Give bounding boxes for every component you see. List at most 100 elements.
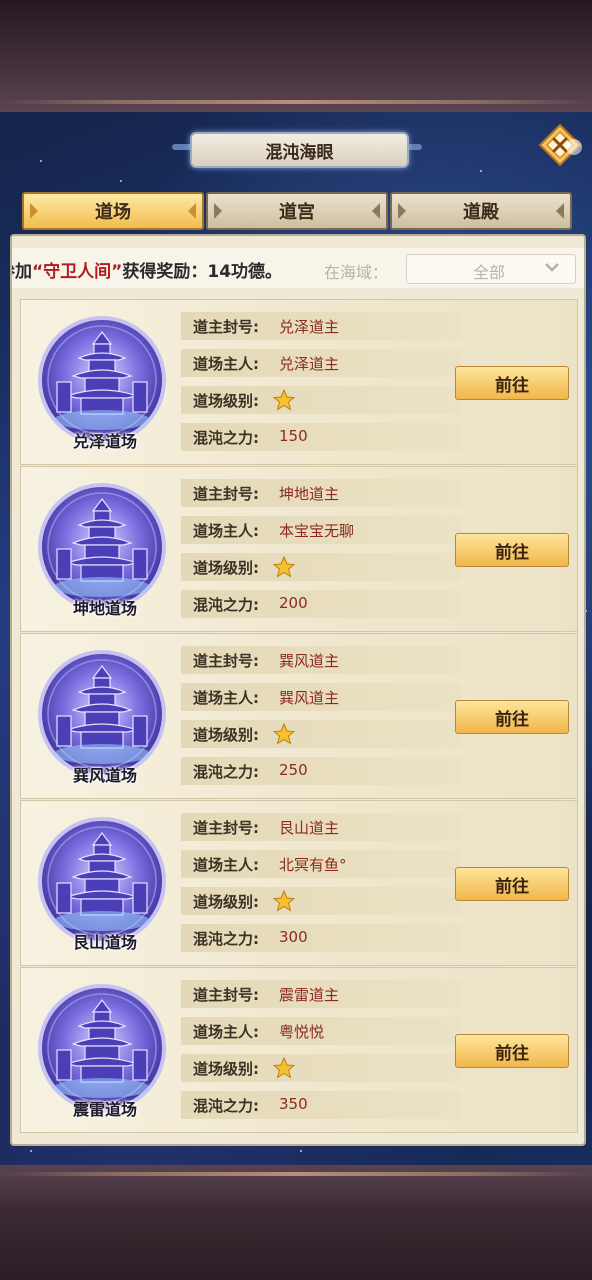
- power-value: 150: [279, 427, 308, 445]
- notice-suffix: 获得奖励：14功德。: [122, 262, 283, 282]
- title-value: 艮山道主: [279, 819, 340, 837]
- power-value: 300: [279, 928, 308, 946]
- title-value: 坤地道主: [279, 485, 340, 503]
- bottom-backdrop: [0, 1165, 592, 1280]
- star-dot: [300, 1150, 302, 1152]
- tab-arrow-icon: [372, 203, 380, 219]
- bottom-ornament: [0, 1172, 592, 1176]
- tab-label: 道宫: [279, 202, 315, 223]
- owner-label: 道场主人:: [193, 856, 259, 874]
- region-select-value: 全部: [473, 263, 506, 282]
- title-label: 道主封号:: [193, 318, 259, 336]
- title-label: 道主封号:: [193, 485, 259, 503]
- level-label: 道场级别:: [193, 726, 259, 744]
- star-dot: [120, 180, 122, 182]
- content-area: 参加“守卫人间”获得奖励：14功德。 在海域： 全部: [10, 234, 586, 1146]
- go-button-label: 前往: [495, 876, 529, 897]
- power-label: 混沌之力:: [193, 429, 259, 447]
- daochang-emblem: 巽风道场: [27, 646, 177, 792]
- star-icon: [272, 388, 296, 415]
- owner-value: 粤悦悦: [279, 1023, 325, 1041]
- go-button-label: 前往: [495, 709, 529, 730]
- title-label: 道主封号:: [193, 819, 259, 837]
- close-icon: [538, 123, 582, 167]
- daochang-name: 兑泽道场: [72, 432, 137, 451]
- notice-row: 参加“守卫人间”获得奖励：14功德。 在海域： 全部: [12, 248, 584, 288]
- go-button-label: 前往: [495, 375, 529, 396]
- owner-label: 道场主人:: [193, 689, 259, 707]
- go-button[interactable]: 前往: [455, 533, 569, 567]
- region-select[interactable]: 全部: [406, 254, 576, 284]
- tab-daochang[interactable]: 道场: [22, 192, 204, 230]
- daochang-card: 兑泽道场 道主封号: 兑泽道主 道场主人: 兑泽道主 道场级别: 混沌之力: 1…: [20, 299, 578, 465]
- owner-value: 兑泽道主: [279, 355, 340, 373]
- power-value: 200: [279, 594, 308, 612]
- notice-prefix: 参加: [12, 262, 32, 282]
- owner-value: 巽风道主: [279, 689, 340, 707]
- go-button-label: 前往: [495, 542, 529, 563]
- title-label: 道主封号:: [193, 652, 259, 670]
- go-button[interactable]: 前往: [455, 867, 569, 901]
- tab-arrow-icon: [556, 203, 564, 219]
- daochang-name: 巽风道场: [72, 766, 137, 785]
- star-icon: [272, 555, 296, 582]
- owner-label: 道场主人:: [193, 355, 259, 373]
- title-label: 道主封号:: [193, 986, 259, 1004]
- tab-arrow-icon: [188, 203, 196, 219]
- level-label: 道场级别:: [193, 392, 259, 410]
- daochang-emblem: 坤地道场: [27, 479, 177, 625]
- star-dot: [480, 170, 482, 172]
- title-value: 兑泽道主: [279, 318, 340, 336]
- power-value: 350: [279, 1095, 308, 1113]
- go-button-label: 前往: [495, 1043, 529, 1064]
- owner-label: 道场主人:: [193, 1023, 259, 1041]
- power-label: 混沌之力:: [193, 596, 259, 614]
- power-value: 250: [279, 761, 308, 779]
- star-dot: [30, 1150, 32, 1152]
- daochang-name: 坤地道场: [72, 599, 137, 618]
- daochang-emblem: 艮山道场: [27, 813, 177, 959]
- daochang-emblem: 兑泽道场: [27, 312, 177, 458]
- chevron-down-icon: [543, 258, 561, 280]
- daochang-card: 巽风道场 道主封号: 巽风道主 道场主人: 巽风道主 道场级别: 混沌之力: 2…: [20, 633, 578, 799]
- level-label: 道场级别:: [193, 559, 259, 577]
- tab-arrow-icon: [30, 203, 38, 219]
- owner-value: 本宝宝无聊: [279, 522, 355, 540]
- power-label: 混沌之力:: [193, 1097, 259, 1115]
- tab-bar: 道场 道宫 道殿: [22, 192, 572, 230]
- star-icon: [272, 1056, 296, 1083]
- daochang-name: 震雷道场: [72, 1100, 137, 1119]
- power-label: 混沌之力:: [193, 763, 259, 781]
- tab-daogong[interactable]: 道宫: [206, 192, 388, 230]
- level-label: 道场级别:: [193, 893, 259, 911]
- close-button[interactable]: [538, 123, 584, 169]
- daochang-name: 艮山道场: [72, 933, 137, 952]
- daochang-card: 艮山道场 道主封号: 艮山道主 道场主人: 北冥有鱼° 道场级别: 混沌之力: …: [20, 800, 578, 966]
- notice-event: “守卫人间”: [32, 262, 123, 282]
- go-button[interactable]: 前往: [455, 700, 569, 734]
- tab-arrow-icon: [214, 203, 222, 219]
- window-title: 混沌海眼: [190, 132, 409, 168]
- star-icon: [272, 889, 296, 916]
- title-value: 巽风道主: [279, 652, 340, 670]
- title-value: 震雷道主: [279, 986, 340, 1004]
- daochang-card: 坤地道场 道主封号: 坤地道主 道场主人: 本宝宝无聊 道场级别: 混沌之力: …: [20, 466, 578, 632]
- region-filter-label: 在海域：: [324, 263, 389, 282]
- star-icon: [272, 722, 296, 749]
- go-button[interactable]: 前往: [455, 366, 569, 400]
- owner-value: 北冥有鱼°: [279, 856, 347, 874]
- go-button[interactable]: 前往: [455, 1034, 569, 1068]
- tab-daodian[interactable]: 道殿: [390, 192, 572, 230]
- daochang-card: 震雷道场 道主封号: 震雷道主 道场主人: 粤悦悦 道场级别: 混沌之力: 35…: [20, 967, 578, 1133]
- power-label: 混沌之力:: [193, 930, 259, 948]
- tab-arrow-icon: [398, 203, 406, 219]
- owner-label: 道场主人:: [193, 522, 259, 540]
- tab-label: 道殿: [463, 202, 499, 223]
- notice-marquee: 参加“守卫人间”获得奖励：14功德。: [12, 257, 282, 282]
- top-backdrop: [0, 0, 592, 112]
- level-label: 道场级别:: [193, 1060, 259, 1078]
- tab-label: 道场: [95, 202, 131, 223]
- daochang-emblem: 震雷道场: [27, 980, 177, 1126]
- window-title-text: 混沌海眼: [265, 142, 334, 163]
- star-dot: [40, 160, 42, 162]
